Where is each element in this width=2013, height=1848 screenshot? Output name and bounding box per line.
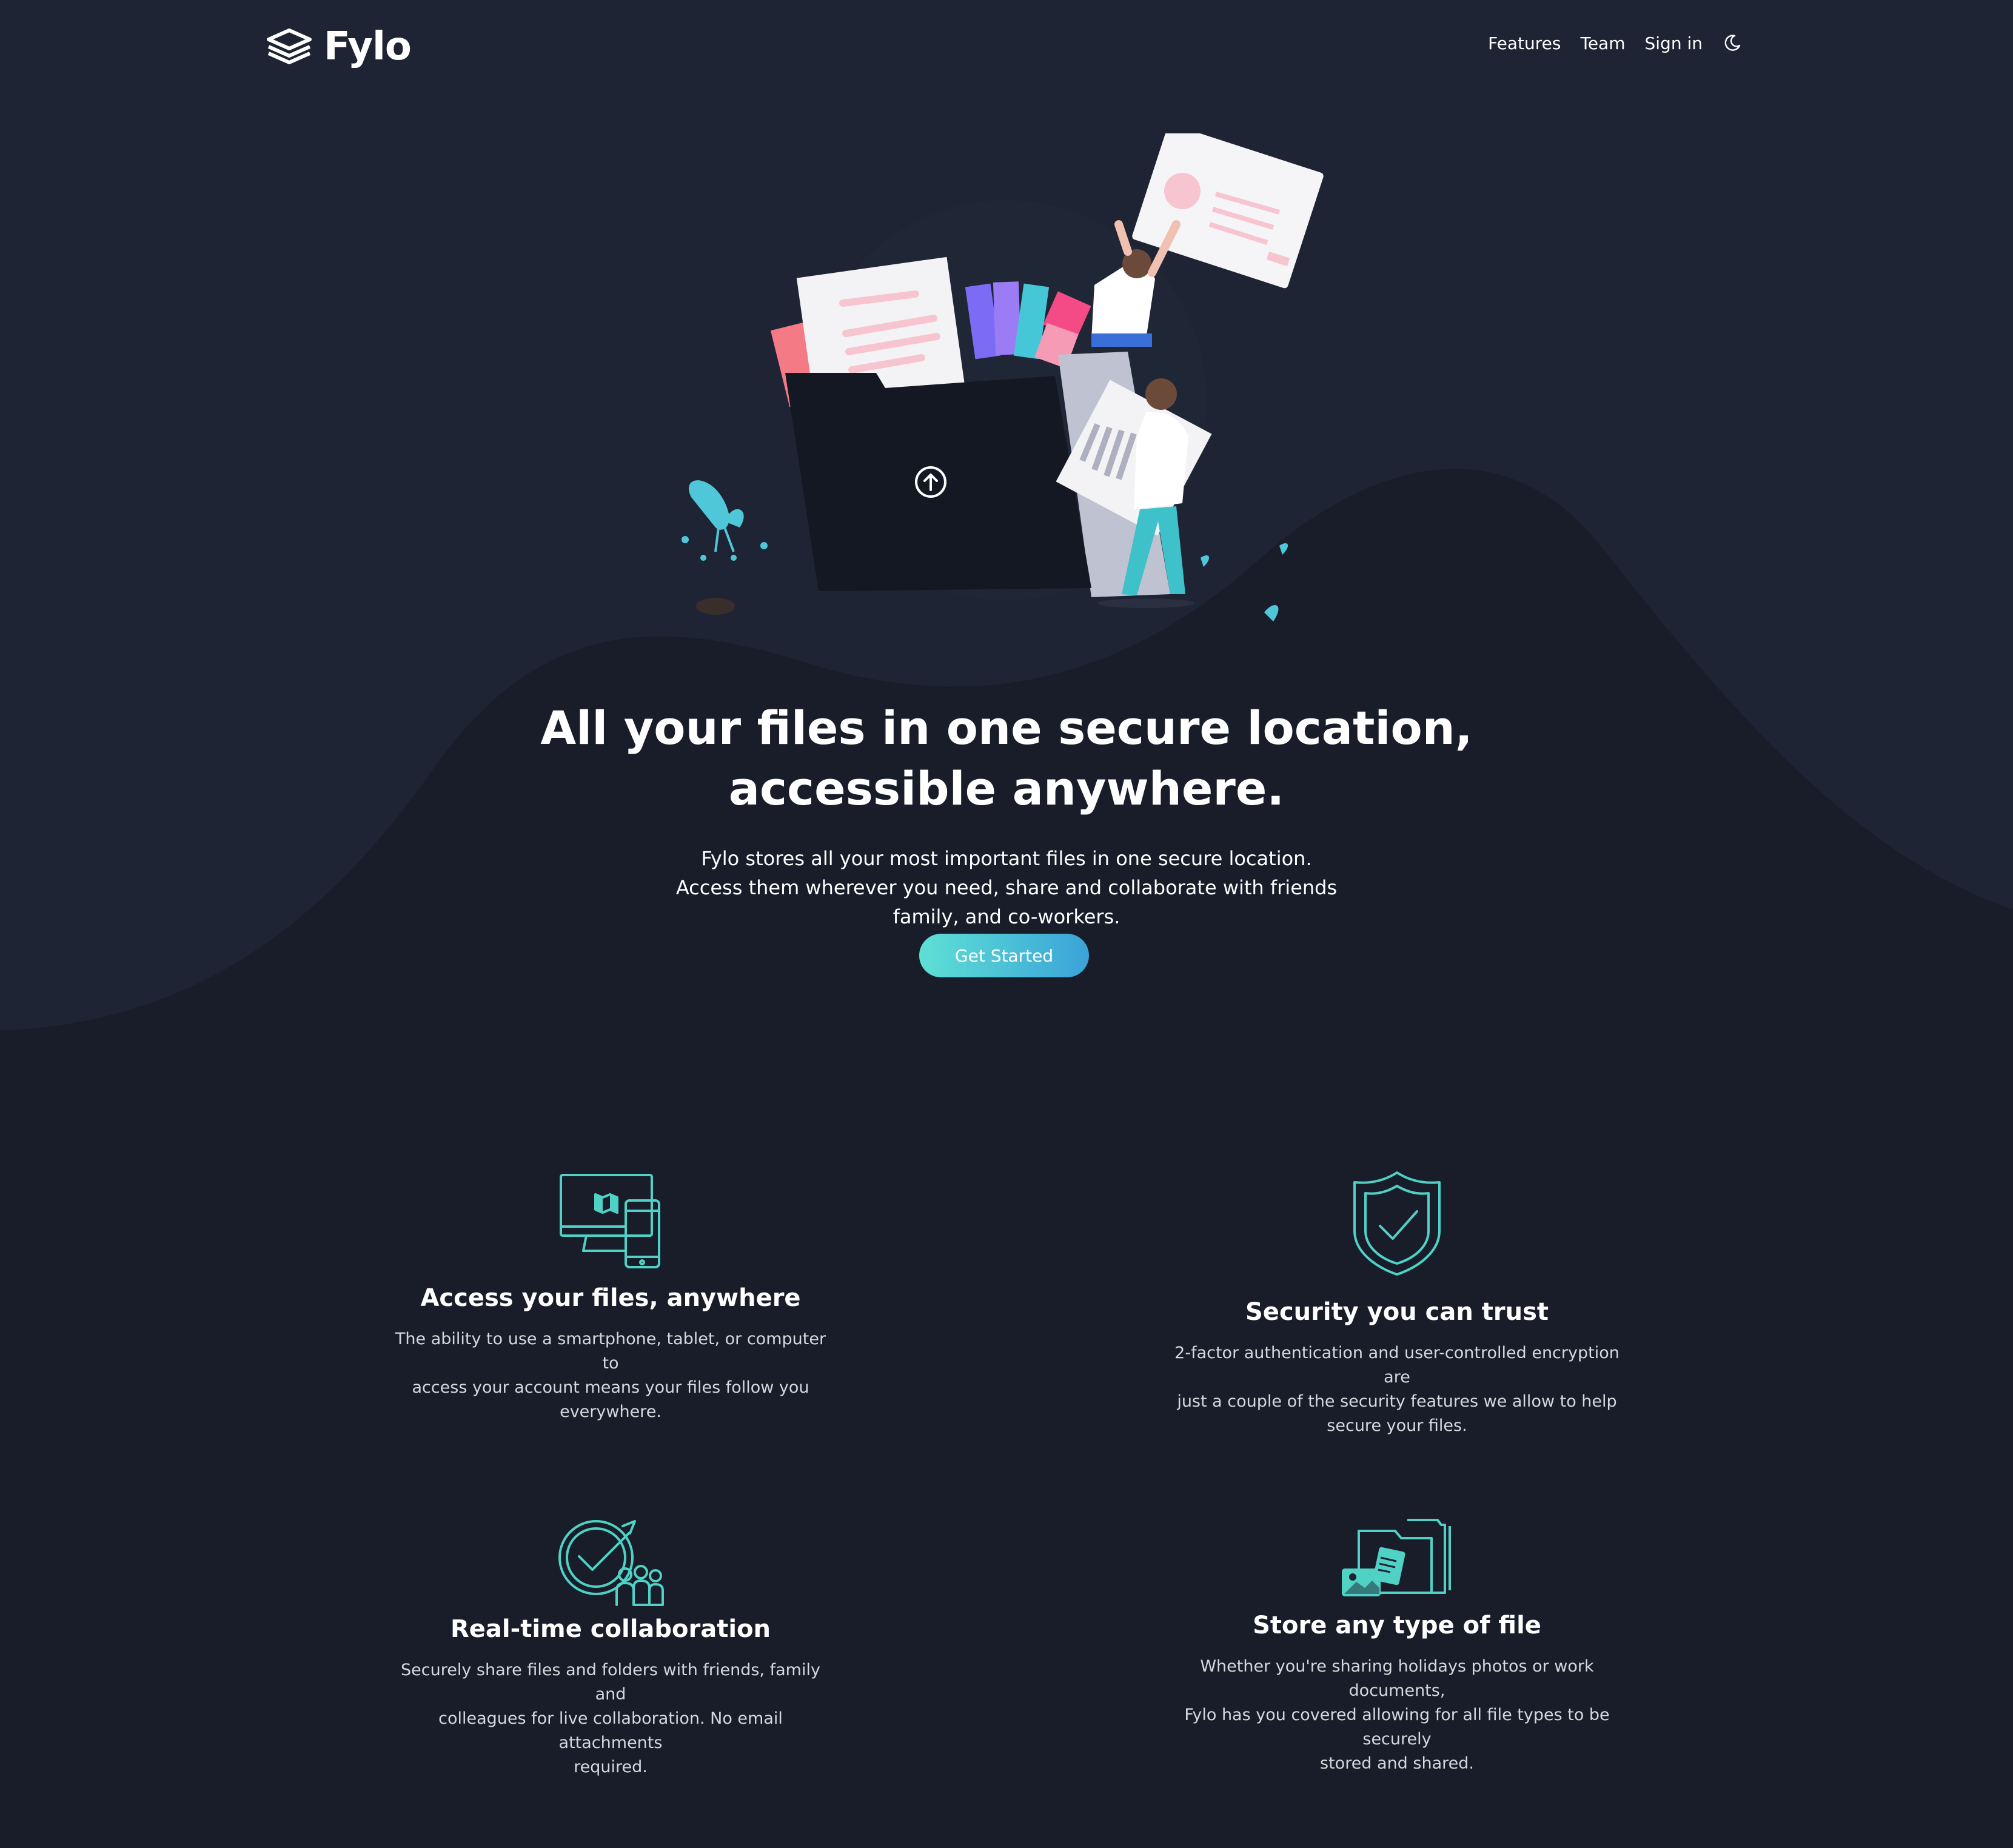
features-background: [0, 1043, 2013, 1848]
collaboration-icon: [558, 1520, 664, 1606]
feature-description: 2-factor authentication and user-control…: [1173, 1341, 1621, 1438]
moon-icon: [1724, 35, 1741, 51]
hero-title-line: All your files in one secure location,: [540, 700, 1473, 755]
feature-description-line: Securely share files and folders with fr…: [401, 1661, 820, 1704]
hero-title: All your files in one secure location, a…: [521, 698, 1492, 819]
theme-toggle-button[interactable]: [1722, 33, 1743, 53]
hero-description: Fylo stores all your most important file…: [667, 844, 1346, 931]
feature-file-types: Store any type of file Whether you're sh…: [1173, 1519, 1621, 1776]
main-nav: Features Team Sign in: [1488, 33, 1743, 53]
feature-description-line: required.: [574, 1758, 648, 1776]
feature-title: Security you can trust: [1245, 1298, 1549, 1326]
feature-description-line: Whether you're sharing holidays photos o…: [1200, 1657, 1594, 1700]
feature-description: Whether you're sharing holidays photos o…: [1173, 1655, 1621, 1776]
feature-title: Store any type of file: [1253, 1612, 1541, 1639]
feature-description-line: stored and shared.: [1320, 1754, 1474, 1773]
logo[interactable]: Fylo: [266, 24, 412, 69]
person-holding-document: [1091, 133, 1324, 347]
feature-title: Real-time collaboration: [450, 1615, 771, 1643]
get-started-button[interactable]: Get Started: [919, 934, 1089, 977]
hero-description-line: Fylo stores all your most important file…: [701, 847, 1312, 870]
hero-description-line: Access them wherever you need, share and…: [675, 876, 1338, 899]
devices-icon: [560, 1174, 660, 1268]
feature-description-line: everywhere.: [560, 1402, 662, 1421]
hero-description-line: family, and co-workers.: [893, 905, 1120, 928]
feature-collaboration: Real-time collaboration Securely share f…: [386, 1519, 835, 1779]
feature-title: Access your files, anywhere: [420, 1284, 801, 1312]
feature-access: Access your files, anywhere The ability …: [386, 1173, 835, 1424]
feature-description-line: The ability to use a smartphone, tablet,…: [395, 1330, 826, 1373]
feature-description-line: just a couple of the security features w…: [1177, 1392, 1617, 1411]
feature-description-line: 2-factor authentication and user-control…: [1174, 1344, 1619, 1387]
nav-features[interactable]: Features: [1488, 33, 1561, 53]
hero-title-line: accessible anywhere.: [728, 761, 1285, 815]
feature-security: Security you can trust 2-factor authenti…: [1173, 1170, 1621, 1438]
nav-team[interactable]: Team: [1580, 33, 1625, 53]
shield-check-icon: [1353, 1171, 1441, 1276]
feature-description-line: access your account means your files fol…: [412, 1378, 809, 1397]
feature-description: Securely share files and folders with fr…: [386, 1658, 835, 1779]
feature-description-line: secure your files.: [1327, 1416, 1467, 1435]
page: Fylo Features Team Sign in All your file…: [0, 0, 2013, 1848]
feature-description: The ability to use a smartphone, tablet,…: [386, 1327, 835, 1424]
feature-description-line: colleagues for live collaboration. No em…: [438, 1709, 783, 1752]
layers-icon: [267, 28, 312, 64]
file-types-icon: [1342, 1519, 1451, 1596]
feature-description-line: Fylo has you covered allowing for all fi…: [1184, 1706, 1610, 1749]
files-folder-illustration: [682, 133, 1324, 621]
logo-text: Fylo: [324, 24, 412, 69]
nav-sign-in[interactable]: Sign in: [1645, 33, 1703, 53]
